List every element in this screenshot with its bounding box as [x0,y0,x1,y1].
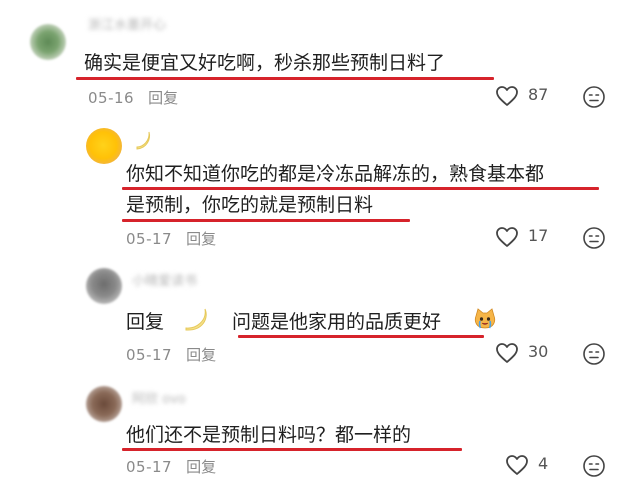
comment-text: 他们还不是预制日料吗？都一样的 [126,424,412,446]
comment-text-line-1: 你知不知道你吃的都是冷冻品解冻的，熟食基本都 [126,163,545,185]
highlight-underline [122,219,410,222]
like-button[interactable]: 87 [495,83,565,109]
comment-text: 问题是他家用的品质更好 [232,311,442,333]
comment-date: 05-16 [88,89,135,107]
comment-meta: 05-17 回复 [126,344,216,365]
like-count: 17 [528,226,549,245]
comment-date: 05-17 [126,346,173,364]
reply-button[interactable]: 回复 [186,346,216,364]
comment-meta: 05-17 回复 [126,228,216,249]
like-count: 87 [528,85,549,104]
avatar[interactable] [30,24,66,60]
highlight-underline [76,77,494,80]
avatar[interactable] [86,268,122,304]
comment-meta: 05-17 回复 [126,456,216,477]
highlight-underline [122,448,462,451]
banana-sticker-icon [185,308,207,331]
username[interactable]: 小晴爱读书 [132,270,197,289]
reply-prefix: 回复 [126,311,165,333]
username[interactable]: 浙江水墨开心 [88,14,166,33]
like-button[interactable]: 30 [495,340,565,366]
avatar[interactable] [86,386,122,422]
reply-button[interactable]: 回复 [148,89,178,107]
highlight-underline [122,187,599,190]
reply-button[interactable]: 回复 [186,458,216,476]
banana-sticker-icon [136,131,150,150]
like-count: 4 [538,454,549,473]
crying-cat-emoji [474,308,496,329]
reply-button[interactable]: 回复 [186,230,216,248]
sad-face-icon[interactable] [582,85,606,109]
highlight-underline [238,335,484,338]
heart-outline-icon [506,455,528,475]
comment-date: 05-17 [126,458,173,476]
comment-text-line-2: 是预制，你吃的就是预制日料 [126,194,374,216]
like-count: 30 [528,342,549,361]
sad-face-icon[interactable] [582,226,606,250]
heart-outline-icon [496,343,518,363]
comment-date: 05-17 [126,230,173,248]
heart-outline-icon [496,86,518,106]
heart-outline-icon [496,227,518,247]
sad-face-icon[interactable] [582,342,606,366]
like-button[interactable]: 4 [505,452,565,478]
comment-meta: 05-16 回复 [88,87,178,108]
username[interactable]: 阿欣 ovo [132,388,186,407]
comment-text: 确实是便宜又好吃啊，秒杀那些预制日料了 [84,52,446,74]
avatar[interactable] [86,128,122,164]
sad-face-icon[interactable] [582,454,606,478]
like-button[interactable]: 17 [495,224,565,250]
